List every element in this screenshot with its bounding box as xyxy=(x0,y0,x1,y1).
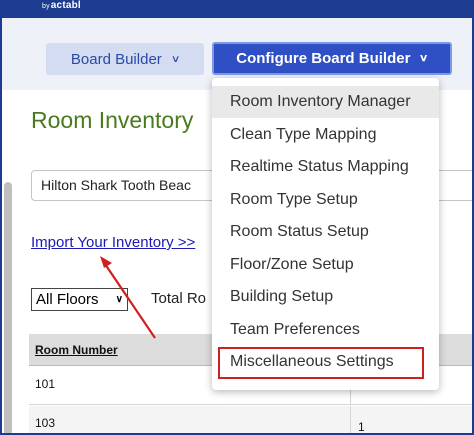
menu-item-team-preferences[interactable]: Team Preferences xyxy=(212,314,439,346)
room-number-cell: 103 xyxy=(35,416,56,430)
room-number-header[interactable]: Room Number xyxy=(35,343,118,357)
scrollbar-thumb[interactable] xyxy=(4,182,12,433)
menu-item-realtime-status-mapping[interactable]: Realtime Status Mapping xyxy=(212,151,439,183)
table-row[interactable]: 103 1 xyxy=(29,406,472,434)
brand-logo: byactabl xyxy=(42,0,81,11)
configure-board-builder-button[interactable]: Configure Board Builder ∨ xyxy=(212,42,452,75)
menu-item-building-setup[interactable]: Building Setup xyxy=(212,281,439,313)
total-rooms-label: Total Ro xyxy=(151,290,207,307)
annotation-arrow-head xyxy=(100,256,112,268)
app-window: byactabl Board Builder ∨ Configure Board … xyxy=(0,0,474,435)
left-scrollbar[interactable] xyxy=(2,90,14,433)
menu-item-room-inventory-manager[interactable]: Room Inventory Manager xyxy=(212,86,439,118)
chevron-down-icon: ∨ xyxy=(115,294,123,305)
menu-item-room-type-setup[interactable]: Room Type Setup xyxy=(212,184,439,216)
room-number-cell: 101 xyxy=(35,377,56,391)
column-divider xyxy=(350,406,351,433)
top-bar: byactabl xyxy=(2,0,472,18)
configure-dropdown-menu: Room Inventory Manager Clean Type Mappin… xyxy=(212,78,439,390)
chevron-down-icon: ∨ xyxy=(170,53,181,65)
floors-select[interactable]: All Floors ∨ xyxy=(31,288,128,311)
page-title: Room Inventory xyxy=(31,107,194,133)
value-cell: 1 xyxy=(358,420,365,434)
menu-item-room-status-setup[interactable]: Room Status Setup xyxy=(212,216,439,248)
menu-item-clean-type-mapping[interactable]: Clean Type Mapping xyxy=(212,119,439,151)
annotation-highlight-box xyxy=(218,347,424,379)
menu-item-floor-zone-setup[interactable]: Floor/Zone Setup xyxy=(212,249,439,281)
chevron-down-icon: ∨ xyxy=(419,53,429,64)
import-inventory-link[interactable]: Import Your Inventory >> xyxy=(31,234,195,251)
board-builder-button[interactable]: Board Builder ∨ xyxy=(46,43,204,75)
